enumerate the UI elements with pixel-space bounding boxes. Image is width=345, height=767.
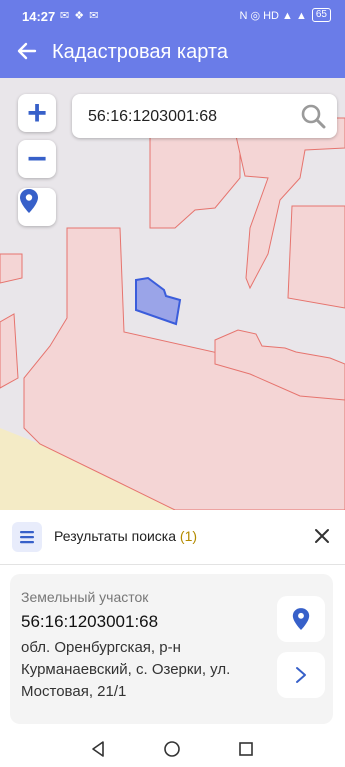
show-on-map-button[interactable] (277, 596, 325, 642)
parcel-left-2[interactable] (0, 313, 19, 389)
nav-home-button[interactable] (160, 737, 184, 761)
result-card[interactable]: Земельный участок 56:16:1203001:68 обл. … (10, 574, 333, 724)
results-panel: Результаты поиска (1) Земельный участок … (0, 510, 345, 730)
search-box (72, 94, 337, 138)
cadastral-map[interactable]: + − (0, 78, 345, 510)
back-arrow-icon[interactable] (14, 40, 40, 66)
result-cadastral-number: 56:16:1203001:68 (21, 612, 159, 631)
zoom-in-button[interactable]: + (18, 94, 56, 132)
result-address: обл. Оренбургская, р-н Курманаевский, с.… (21, 639, 231, 700)
app-bar: Кадастровая карта (0, 32, 345, 76)
location-pin-icon (292, 608, 310, 630)
search-input[interactable] (86, 104, 290, 130)
parcel-left-1[interactable] (0, 253, 23, 284)
search-icon[interactable] (299, 102, 327, 130)
battery-icon: 65 (311, 8, 331, 22)
top-bar: 14:27 ✉ ❖ ✉ N ◎ HD ▲ ▲ 65 Кадастровая ка… (0, 0, 345, 78)
result-type: Земельный участок (21, 589, 149, 605)
menu-icon (20, 531, 34, 544)
page-title: Кадастровая карта (52, 41, 228, 63)
signal-icons: N ◎ HD ▲ ▲ (239, 9, 307, 22)
plus-icon: + (27, 94, 47, 132)
chevron-right-icon (296, 667, 306, 683)
results-title: Результаты поиска (1) (54, 528, 197, 544)
zoom-out-button[interactable]: − (18, 140, 56, 178)
notification-icons: ✉ ❖ ✉ (60, 10, 100, 22)
system-icons: N ◎ HD ▲ ▲ 65 (239, 8, 331, 22)
parcel-right[interactable] (287, 205, 345, 309)
status-bar: 14:27 ✉ ❖ ✉ N ◎ HD ▲ ▲ 65 (0, 0, 345, 32)
minus-icon: − (27, 140, 47, 178)
selected-parcel[interactable] (135, 276, 182, 326)
status-time: 14:27 (22, 9, 56, 24)
square-recents-icon (239, 742, 253, 756)
my-location-button[interactable] (18, 188, 56, 226)
triangle-back-icon (92, 741, 104, 757)
results-count: (1) (179, 528, 198, 544)
results-title-text: Результаты поиска (54, 528, 177, 544)
open-details-button[interactable] (277, 652, 325, 698)
close-results-button[interactable] (309, 524, 335, 550)
circle-home-icon (164, 741, 180, 757)
location-pin-icon (20, 189, 38, 213)
results-header: Результаты поиска (1) (0, 510, 345, 565)
nav-back-button[interactable] (86, 737, 110, 761)
close-icon (315, 529, 329, 543)
system-nav-bar (0, 730, 345, 767)
results-menu-button[interactable] (12, 522, 42, 552)
nav-recents-button[interactable] (234, 737, 258, 761)
